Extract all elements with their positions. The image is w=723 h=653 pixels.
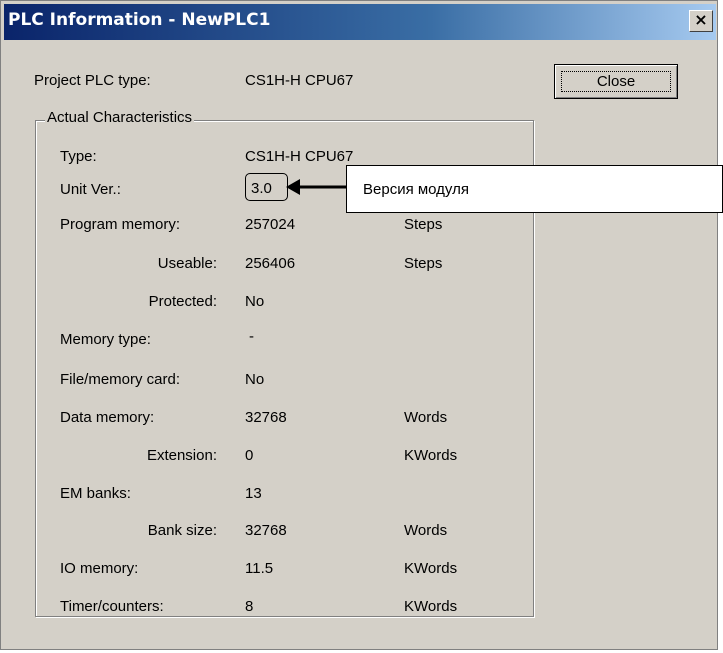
extension-value: 0 [245,447,254,464]
program-memory-label: Program memory: [60,216,181,233]
useable-unit: Steps [404,255,443,272]
extension-label: Extension: [146,447,217,464]
unit-ver-label: Unit Ver.: [60,181,121,198]
memory-type-value: - [249,328,254,345]
group-title: Actual Characteristics [45,109,195,126]
file-memory-card-value: No [245,371,265,388]
title-bar: PLC Information - NewPLC1 × [4,4,716,40]
program-memory-value: 257024 [245,216,296,233]
io-memory-unit: KWords [404,560,458,577]
project-plc-type-value: CS1H-H CPU67 [245,72,354,89]
type-value: CS1H-H CPU67 [245,148,354,165]
data-memory-label: Data memory: [60,409,155,426]
data-memory-unit: Words [404,409,448,426]
close-icon[interactable]: × [689,10,713,32]
protected-value: No [245,293,265,310]
arrow-left-icon [286,179,348,195]
plc-information-dialog: PLC Information - NewPLC1 × Project PLC … [0,0,718,650]
close-button-label: Close [561,71,671,92]
io-memory-label: IO memory: [60,560,139,577]
io-memory-value: 11.5 [245,560,274,577]
memory-type-label: Memory type: [60,331,151,348]
type-label: Type: [60,148,97,165]
program-memory-unit: Steps [404,216,443,233]
bank-size-unit: Words [404,522,448,539]
file-memory-card-label: File/memory card: [60,371,181,388]
protected-label: Protected: [148,293,217,310]
timer-counters-label: Timer/counters: [60,598,164,615]
extension-unit: KWords [404,447,458,464]
timer-counters-value: 8 [245,598,254,615]
bank-size-label: Bank size: [147,522,217,539]
callout-text: Версия модуля [363,181,469,198]
close-button[interactable]: Close [554,64,678,99]
em-banks-label: EM banks: [60,485,131,502]
timer-counters-unit: KWords [404,598,458,615]
useable-label: Useable: [157,255,217,272]
unit-ver-highlight [245,173,288,201]
data-memory-value: 32768 [245,409,287,426]
unit-version-callout: Версия модуля [346,165,723,213]
useable-value: 256406 [245,255,296,272]
em-banks-value: 13 [245,485,262,502]
bank-size-value: 32768 [245,522,287,539]
project-plc-type-label: Project PLC type: [34,72,151,89]
window-title: PLC Information - NewPLC1 [8,10,271,30]
